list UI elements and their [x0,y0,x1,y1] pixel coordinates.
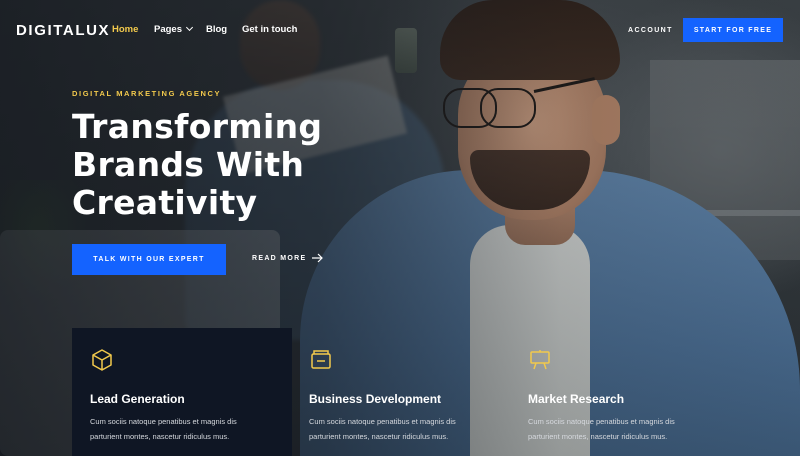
service-lead-generation[interactable]: Lead Generation Cum sociis natoque penat… [90,348,290,444]
service-desc-line: Cum sociis natoque penatibus et magnis d… [90,417,237,426]
talk-with-expert-button[interactable]: TALK WITH OUR EXPERT [72,244,226,275]
hero-eyebrow: DIGITAL MARKETING AGENCY [72,89,222,98]
site-logo[interactable]: DIGITALUX [16,22,110,39]
nav-link-pages[interactable]: Pages [154,23,194,35]
service-title: Market Research [528,392,625,406]
nav-link-home[interactable]: Home [112,24,138,35]
headline-line-3: Creativity [72,183,258,222]
arrow-right-icon [312,253,324,263]
service-description: Cum sociis natoque penatibus et magnis d… [309,414,509,444]
top-navbar: DIGITALUX Home Pages Blog Get in touch A… [0,0,800,60]
service-description: Cum sociis natoque penatibus et magnis d… [90,414,290,444]
service-desc-line: parturient montes, nascetur ridiculus mu… [90,432,230,441]
hero-headline: Transforming Brands With Creativity [72,108,392,222]
start-for-free-button[interactable]: START FOR FREE [683,18,783,42]
read-more-label: READ MORE [252,254,307,262]
service-market-research[interactable]: Market Research Cum sociis natoque penat… [528,348,728,444]
nav-link-get-in-touch[interactable]: Get in touch [242,24,297,35]
service-description: Cum sociis natoque penatibus et magnis d… [528,414,728,444]
wallet-icon [311,350,331,369]
headline-line-2: Brands With [72,145,305,184]
chevron-down-icon [185,23,194,32]
easel-icon [530,350,550,370]
service-desc-line: Cum sociis natoque penatibus et magnis d… [528,417,675,426]
service-title: Business Development [309,392,442,406]
nav-link-blog[interactable]: Blog [206,24,227,35]
service-business-development[interactable]: Business Development Cum sociis natoque … [309,348,509,444]
service-desc-line: Cum sociis natoque penatibus et magnis d… [309,417,456,426]
read-more-link[interactable]: READ MORE [252,253,324,263]
account-link[interactable]: ACCOUNT [628,27,673,34]
service-desc-line: parturient montes, nascetur ridiculus mu… [309,432,449,441]
nav-link-pages-label: Pages [154,24,182,35]
service-desc-line: parturient montes, nascetur ridiculus mu… [528,432,668,441]
headline-line-1: Transforming [72,107,323,146]
service-title: Lead Generation [90,392,185,406]
cube-icon [92,349,112,371]
